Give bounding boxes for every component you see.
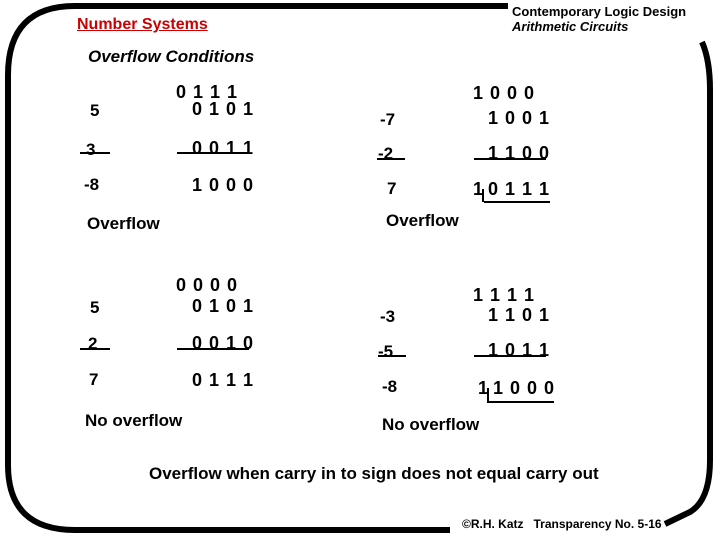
result-binary-underline [484,201,550,203]
carry-row: 0 0 0 0 [176,275,239,295]
operand-a-binary: 1 1 0 1 [488,305,551,325]
operand-b-decimal-underline [378,355,406,357]
operand-b-binary: 0 0 1 0 [192,333,255,353]
operand-a-decimal: 5 [90,101,100,120]
operand-b-decimal: -2 [378,144,394,163]
chapter-title: Arithmetic Circuits [512,19,629,34]
verdict-label: No overflow [382,415,480,434]
verdict-label: Overflow [386,211,459,230]
slide-subtitle: Overflow Conditions [88,47,255,66]
operand-a-decimal: -3 [380,307,396,326]
operand-b-binary: 1 0 1 1 [488,340,551,360]
footer-credit: ©R.H. Katz Transparency No. 5-16 [462,517,662,531]
operand-a-binary: 0 1 0 1 [192,99,255,119]
carry-row: 1 0 0 0 [473,83,536,103]
result-binary-underline [487,401,554,403]
verdict-label: Overflow [87,214,160,233]
result-decimal: -8 [84,175,100,194]
result-binary: 0 1 1 1 [192,370,255,390]
operand-b-decimal: 3 [86,140,96,159]
result-decimal: 7 [89,370,99,389]
operand-a-decimal: -7 [380,110,396,129]
frame-right-stroke [663,40,713,527]
verdict-label: No overflow [85,411,183,430]
carry-row: 1 1 1 1 [473,285,536,305]
result-binary: 1 0 0 0 [192,175,255,195]
section-title: Number Systems [77,16,208,33]
operand-b-binary: 0 0 1 1 [192,138,255,158]
course-title: Contemporary Logic Design [512,4,687,19]
operand-b-binary-underline [474,355,546,357]
operand-a-decimal: 5 [90,298,100,317]
operand-b-binary-underline [474,158,546,160]
operand-b-binary: 1 1 0 0 [488,143,551,163]
result-decimal: 7 [387,179,397,198]
overflow-rule: Overflow when carry in to sign does not … [149,464,599,483]
frame-top-left-stroke [5,2,508,533]
operand-b-decimal-underline [377,158,405,160]
slide-frame [5,2,713,533]
operand-b-binary-underline [177,152,249,154]
operand-b-decimal: -5 [378,342,394,361]
result-binary: 0 1 1 1 [488,179,551,199]
result-binary: 1 0 0 0 [493,378,556,398]
carry-out-separator [487,388,489,402]
operand-b-decimal: 2 [88,334,98,353]
operand-b-decimal-underline [80,348,110,350]
operand-b-decimal-underline [80,152,110,154]
result-decimal: -8 [382,377,398,396]
operand-b-binary-underline [177,348,249,350]
operand-a-binary: 0 1 0 1 [192,296,255,316]
operand-a-binary: 1 0 0 1 [488,108,551,128]
